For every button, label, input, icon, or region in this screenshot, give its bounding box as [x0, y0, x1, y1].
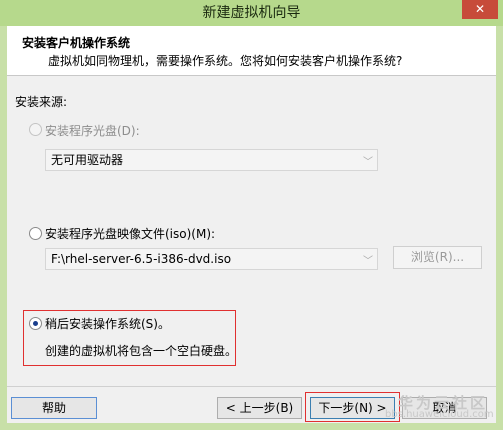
radio-selected-dot [33, 321, 38, 326]
disc-drive-value: 无可用驱动器 [51, 153, 124, 167]
later-description: 创建的虚拟机将包含一个空白硬盘。 [45, 344, 238, 358]
iso-path-value: F:\rhel-server-6.5-i386-dvd.iso [51, 252, 232, 266]
footer-divider [7, 386, 496, 387]
window-title: 新建虚拟机向导 [202, 5, 301, 21]
page-title: 安装客户机操作系统 [22, 36, 131, 50]
disc-label: 安装程序光盘(D): [45, 124, 140, 138]
later-radio[interactable] [29, 317, 42, 330]
browse-button[interactable]: 浏览(R)... [393, 246, 482, 269]
section-label: 安装来源: [15, 95, 68, 109]
help-button[interactable]: 帮助 [11, 397, 97, 419]
disc-drive-dropdown: 无可用驱动器 ﹀ [45, 149, 378, 171]
chevron-down-icon[interactable]: ﹀ [363, 252, 373, 267]
close-button[interactable]: ✕ [462, 0, 498, 19]
page-subtitle: 虚拟机如同物理机，需要操作系统。您将如何安装客户机操作系统? [48, 54, 403, 68]
iso-radio[interactable] [29, 227, 42, 240]
back-button[interactable]: < 上一步(B) [217, 397, 302, 419]
later-label[interactable]: 稍后安装操作系统(S)。 [45, 315, 170, 332]
close-icon: ✕ [474, 2, 486, 16]
iso-path-input[interactable]: F:\rhel-server-6.5-i386-dvd.iso ﹀ [45, 248, 378, 270]
chevron-down-icon: ﹀ [363, 157, 373, 168]
iso-label[interactable]: 安装程序光盘映像文件(iso)(M): [45, 225, 215, 242]
disc-radio [29, 123, 42, 136]
watermark-url: bbs.huaweicloud.com [385, 409, 494, 420]
